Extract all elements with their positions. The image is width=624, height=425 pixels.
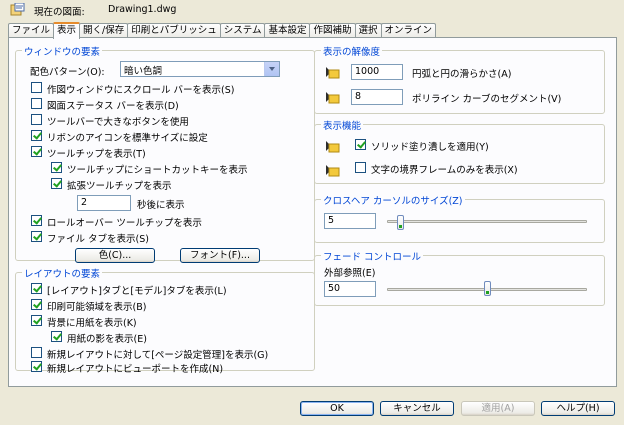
checkbox-create-viewport-label: 新規レイアウトにビューポートを作成(N) [47,364,224,375]
tab-system[interactable]: システム [219,23,266,38]
xref-fade-input[interactable]: 50 [324,281,376,297]
help-button[interactable]: ヘルプ(H) [541,401,615,416]
polyline-segments-label: ポリライン カーブのセグメント(V) [412,94,562,105]
checkbox-extended-tooltips[interactable] [51,178,62,189]
resolution-polyline-icon [324,90,340,104]
checkbox-paper-shadow[interactable] [51,331,62,342]
checkbox-rollover-tooltips-label: ロールオーバー ツールチップを表示 [47,218,202,229]
tab-plot-publish[interactable]: 印刷とパブリッシュ [127,23,221,38]
checkbox-create-viewport[interactable] [31,361,42,372]
checkbox-paper-background[interactable] [31,315,42,326]
crosshair-size-title: クロスヘア カーソルのサイズ(Z) [321,193,465,207]
checkbox-text-frame[interactable] [355,162,366,173]
checkbox-ribbon-icons-label: リボンのアイコンを標準サイズに設定 [47,133,208,144]
display-resolution-title: 表示の解像度 [321,44,383,58]
drawing-file-icon [10,2,25,16]
checkbox-shortcut-keys[interactable] [51,162,62,173]
options-tabs: ファイル 表示 開く/保存 印刷とパブリッシュ システム 基本設定 作図補助 選… [8,22,437,39]
arc-smoothness-input[interactable]: 1000 [351,64,403,80]
fonts-button[interactable]: フォント(F)... [180,248,260,263]
checkbox-page-setup-manager-label: 新規レイアウトに対して[ページ設定管理]を表示(G) [47,350,269,361]
ok-button[interactable]: OK [300,401,374,416]
checkbox-large-buttons[interactable] [31,114,42,125]
color-scheme-value: 暗い色調 [124,66,163,77]
checkbox-status-bar[interactable] [31,98,42,109]
checkbox-large-buttons-label: ツールバーで大きなボタンを使用 [47,117,189,128]
checkbox-printable-area[interactable] [31,299,42,310]
color-scheme-select[interactable]: 暗い色調 [120,61,280,77]
window-elements-group: ウィンドウの要素 配色パターン(O): 暗い色調 作図ウィンドウにスクロール バ… [15,44,315,263]
chevron-down-icon[interactable] [264,62,279,76]
xref-fade-label: 外部参照(E) [324,268,376,279]
color-scheme-label: 配色パターン(O): [30,67,105,78]
display-performance-title: 表示機能 [321,118,364,132]
checkbox-layout-model-tabs-label: [レイアウト]タブと[モデル]タブを表示(L) [47,286,227,297]
crosshair-size-group: クロスヘア カーソルのサイズ(Z) 5 [314,193,605,243]
tab-online[interactable]: オンライン [380,23,437,38]
tab-user-preferences[interactable]: 基本設定 [264,23,311,38]
text-frame-icon [324,163,340,177]
checkbox-rollover-tooltips[interactable] [31,215,42,226]
checkbox-layout-model-tabs[interactable] [31,283,42,294]
checkbox-ribbon-icons[interactable] [31,130,42,141]
apply-button[interactable]: 適用(A) [461,401,535,416]
crosshair-size-slider-thumb[interactable] [396,215,404,230]
display-performance-group: 表示機能 ソリッド塗り潰しを適用(Y) 文字の境界フレームのみを表示(X) [314,118,605,184]
display-tab-panel: ウィンドウの要素 配色パターン(O): 暗い色調 作図ウィンドウにスクロール バ… [8,37,617,387]
current-drawing-label: 現在の図面: [34,7,85,18]
checkbox-extended-tooltips-label: 拡張ツールチップを表示 [67,181,172,192]
tab-open-save[interactable]: 開く/保存 [79,23,129,38]
tooltip-delay-label: 秒後に表示 [137,200,185,211]
tab-selection[interactable]: 選択 [354,23,382,38]
checkbox-file-tabs-label: ファイル タブを表示(S) [47,234,149,245]
checkbox-tooltips[interactable] [31,146,42,157]
checkbox-page-setup-manager[interactable] [31,347,42,358]
fade-control-title: フェード コントロール [321,249,424,263]
layout-elements-title: レイアウトの要素 [22,266,103,280]
tab-files[interactable]: ファイル [8,23,55,38]
checkbox-tooltips-label: ツールチップを表示(T) [47,149,146,160]
window-elements-title: ウィンドウの要素 [22,44,103,58]
checkbox-printable-area-label: 印刷可能領域を表示(B) [47,302,147,313]
cancel-button[interactable]: キャンセル [380,401,454,416]
solid-fill-icon [324,139,340,153]
checkbox-solid-fill-label: ソリッド塗り潰しを適用(Y) [371,142,489,153]
crosshair-size-slider-track[interactable] [387,220,587,223]
checkbox-file-tabs[interactable] [31,231,42,242]
checkbox-text-frame-label: 文字の境界フレームのみを表示(X) [371,165,518,176]
polyline-segments-input[interactable]: 8 [351,89,403,105]
checkbox-status-bar-label: 図面ステータス バーを表示(D) [47,101,179,112]
layout-elements-group: レイアウトの要素 [レイアウト]タブと[モデル]タブを表示(L) 印刷可能領域を… [15,266,315,375]
tab-drafting[interactable]: 作図補助 [309,23,356,38]
checkbox-paper-shadow-label: 用紙の影を表示(E) [67,334,147,345]
checkbox-scrollbars-label: 作図ウィンドウにスクロール バーを表示(S) [47,85,235,96]
fade-control-group: フェード コントロール 外部参照(E) 50 [314,249,605,306]
checkbox-solid-fill[interactable] [355,139,366,150]
tab-display[interactable]: 表示 [53,22,81,39]
checkbox-paper-background-label: 背景に用紙を表示(K) [47,318,137,329]
colors-button[interactable]: 色(C)... [75,248,155,263]
current-drawing-filename: Drawing1.dwg [108,4,177,15]
display-resolution-group: 表示の解像度 1000 円弧と円の滑らかさ(A) 8 ポリライン カーブのセグメ… [314,44,605,114]
xref-fade-slider-thumb[interactable] [483,281,491,296]
resolution-arc-icon [324,65,340,79]
crosshair-size-input[interactable]: 5 [324,213,376,229]
arc-smoothness-label: 円弧と円の滑らかさ(A) [412,69,512,80]
checkbox-scrollbars[interactable] [31,82,42,93]
checkbox-shortcut-keys-label: ツールチップにショートカットキーを表示 [67,165,248,176]
tooltip-delay-input[interactable]: 2 [77,195,131,211]
